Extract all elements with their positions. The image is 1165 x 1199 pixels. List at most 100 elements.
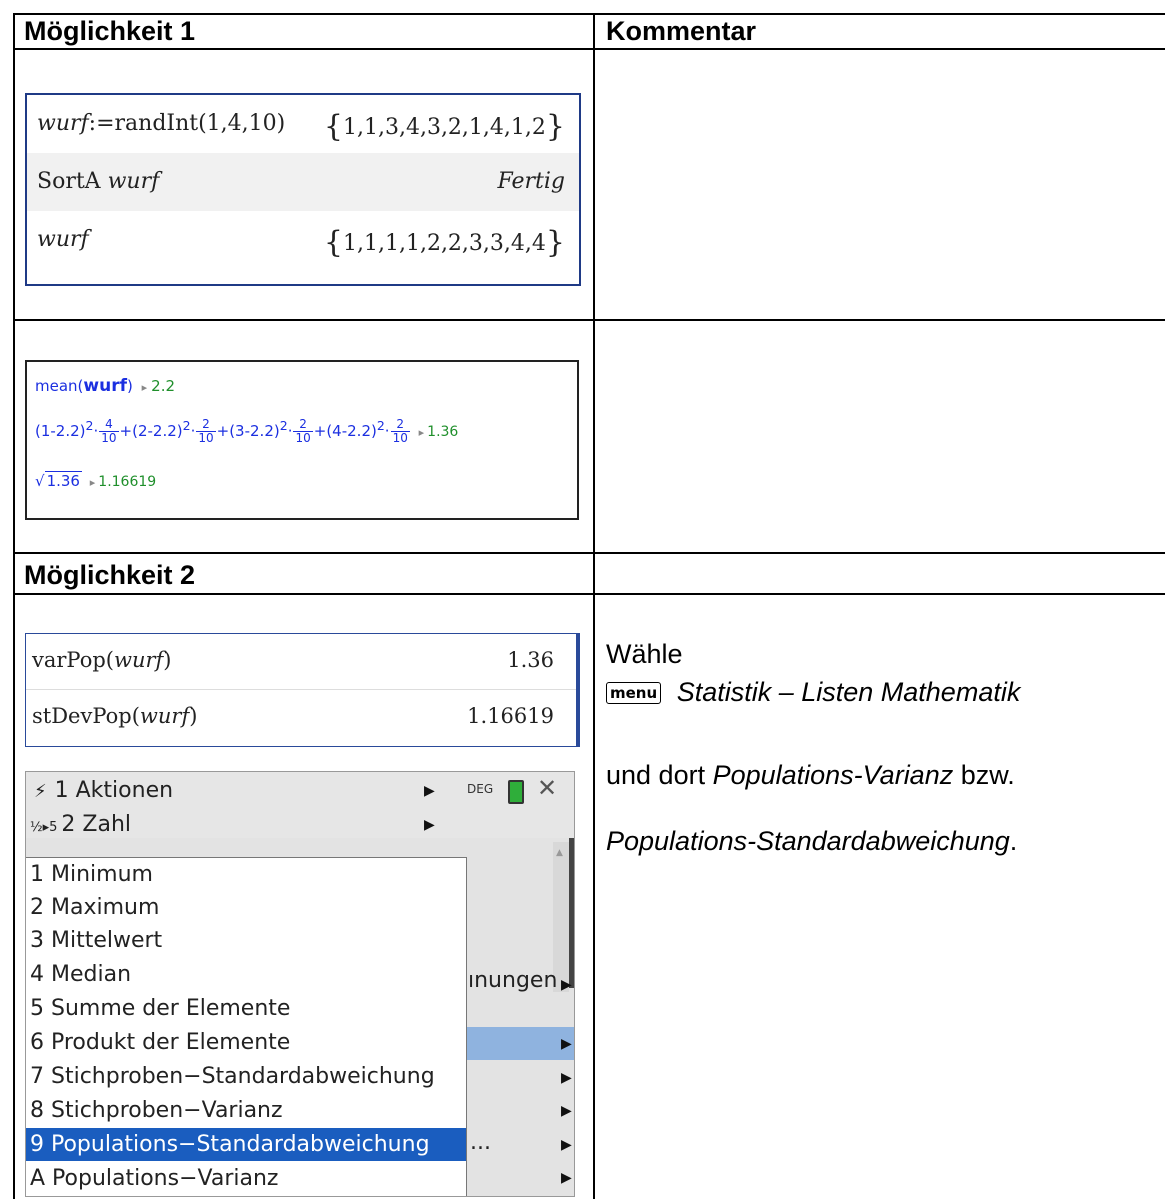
exponent: 2 — [279, 418, 288, 433]
paren-close: ) — [163, 648, 172, 672]
calc-line-variance: (1-2.2)2· 4 10 +(2-2.2)2· 2 10 +(3-2.2)2· 2 10 +(… — [35, 418, 458, 445]
lightning-icon: ⚡ — [34, 781, 47, 802]
submenu-item-maximum[interactable]: 2 Maximum — [30, 891, 159, 924]
highlighted-parent-item — [466, 1027, 574, 1060]
battery-icon — [508, 780, 524, 804]
term-2: +(2-2.2) — [119, 422, 183, 440]
menu-item-label: 2 Zahl — [61, 812, 132, 837]
calc-line-sqrt: √ 1.36 ▸ 1.16619 — [35, 471, 156, 490]
submenu-arrow-icon: ▶ — [561, 1170, 572, 1186]
mean-func: mean( — [35, 377, 84, 395]
menu-path-text: Statistik – Listen Mathematik — [676, 677, 1021, 707]
exponent: 2 — [182, 418, 191, 433]
submenu-arrow-icon: ▶ — [561, 977, 572, 993]
submenu-item-sample-variance[interactable]: 8 Stichproben−Varianz — [30, 1094, 283, 1127]
varpop-func: varPop( — [32, 648, 114, 672]
submenu-arrow-icon: ▶ — [424, 783, 435, 799]
panel-edge — [569, 838, 574, 988]
ellipsis: ... — [470, 1130, 491, 1155]
calculator-panel-sort: wurf:=randInt(1,4,10) {1,1,3,4,3,2,1,4,1… — [25, 93, 581, 286]
submenu-arrow-icon: ▶ — [561, 1036, 572, 1052]
mult-dot: · — [190, 422, 196, 440]
comment-line-stdev: Populations-Standardabweichung. — [606, 825, 1017, 857]
submenu-item-minimum[interactable]: 1 Minimum — [30, 858, 153, 891]
calculator-panel-variance: mean(wurf) ▸ 2.2 (1-2.2)2· 4 10 +(2-2.2)2· 2 1… — [25, 360, 579, 520]
calc-row-wurf: wurf {1,1,1,1,2,2,3,3,4,4} — [37, 225, 565, 260]
submenu-item-product[interactable]: 6 Produkt der Elemente — [30, 1026, 290, 1059]
var-wurf: wurf — [37, 227, 89, 252]
submenu-item-median[interactable]: 4 Median — [30, 958, 131, 991]
submenu-arrow-icon: ▶ — [561, 1137, 572, 1153]
calc-row-varpop: varPop(wurf) 1.36 — [26, 634, 576, 689]
comment-line-variance: und dort Populations-Varianz bzw. — [606, 759, 1015, 791]
calc-row-stdevpop: stDevPop(wurf) 1.16619 — [26, 690, 576, 745]
comment-text: und dort — [606, 760, 713, 790]
randint-expr: :=randInt(1,4,10) — [88, 111, 286, 136]
fraction-icon: ½▸5 — [30, 820, 58, 835]
randint-result: 1,1,3,4,3,2,1,4,1,2 — [342, 115, 546, 140]
table-rule-header — [13, 48, 1165, 50]
comment-italic: Populations-Standardabweichung — [606, 826, 1010, 856]
stdevpop-func: stDevPop( — [32, 704, 140, 728]
comment-italic: Populations-Varianz — [712, 760, 954, 790]
mult-dot: · — [287, 422, 293, 440]
calc-line-mean: mean(wurf) ▸ 2.2 — [35, 376, 175, 396]
menu-screenshot: ⚡ 1 Aktionen ▶ ½▸5 2 Zahl ▶ DEG ✕ ▲ ınunge… — [25, 771, 575, 1197]
mult-dot: · — [384, 422, 390, 440]
variance-result: 1.36 — [427, 424, 459, 440]
paren-close: ) — [189, 704, 198, 728]
menu-item-number[interactable]: ½▸5 2 Zahl — [30, 808, 131, 842]
term-4: +(4-2.2) — [313, 422, 377, 440]
submenu-item-sample-stdev[interactable]: 7 Stichproben−Standardabweichung — [30, 1060, 435, 1093]
var-wurf: wurf — [37, 111, 89, 136]
sorta-result: Fertig — [497, 169, 565, 194]
comment-text: bzw. — [953, 760, 1015, 790]
submenu-arrow-icon: ▶ — [561, 1103, 572, 1119]
sorted-result: 1,1,1,1,2,2,3,3,4,4 — [342, 231, 546, 256]
calc-row-randint: wurf:=randInt(1,4,10) {1,1,3,4,3,2,1,4,1… — [37, 109, 565, 144]
fraction-4: 2 10 — [390, 417, 410, 445]
result-arrow-icon: ▸ — [418, 426, 425, 439]
calc-row-sorta: SortA wurf Fertig — [27, 153, 579, 211]
sqrt-icon: √ — [35, 472, 45, 490]
result-arrow-icon: ▸ — [89, 476, 96, 489]
sqrt-arg: 1.36 — [44, 471, 82, 490]
comment-menu-path: menu Statistik – Listen Mathematik — [606, 676, 1020, 708]
result-arrow-icon: ▸ — [141, 381, 148, 394]
table-divider — [593, 13, 595, 1199]
header-option-2: Möglichkeit 2 — [24, 560, 196, 590]
fraction-1: 4 10 — [99, 417, 119, 445]
menu-key-icon: menu — [606, 682, 662, 704]
exponent: 2 — [376, 418, 385, 433]
mult-dot: · — [93, 422, 99, 440]
comment-text: . — [1009, 826, 1018, 856]
submenu-item-pop-stdev[interactable]: 9 Populations−Standardabweichung — [26, 1128, 466, 1161]
calculator-panel-pop: varPop(wurf) 1.36 stDevPop(wurf) 1.16619 — [25, 633, 580, 747]
fraction-3: 2 10 — [293, 417, 313, 445]
mean-arg: wurf — [83, 376, 127, 396]
menu-item-label: 1 Aktionen — [54, 778, 174, 803]
header-option-1: Möglichkeit 1 — [24, 16, 196, 46]
comment-choose: Wähle — [606, 639, 683, 669]
var-wurf: wurf — [113, 648, 164, 672]
var-wurf: wurf — [107, 169, 160, 194]
partial-menu-label: ınungen — [468, 968, 558, 993]
mean-close: ) — [127, 377, 133, 395]
varpop-result: 1.36 — [507, 648, 554, 672]
sorta-cmd: SortA — [37, 169, 108, 194]
statistics-submenu: 1 Minimum 2 Maximum 3 Mittelwert 4 Media… — [26, 857, 467, 1196]
submenu-item-pop-variance[interactable]: A Populations−Varianz — [30, 1162, 278, 1195]
mean-result: 2.2 — [151, 377, 176, 395]
angle-mode-badge: DEG — [467, 782, 494, 796]
submenu-item-sum[interactable]: 5 Summe der Elemente — [30, 992, 290, 1025]
table-rule-row2 — [13, 552, 1165, 554]
term-1: (1-2.2) — [35, 422, 86, 440]
close-icon[interactable]: ✕ — [537, 774, 557, 802]
var-wurf: wurf — [139, 704, 190, 728]
table-rule-section2 — [13, 593, 1165, 595]
menu-item-actions[interactable]: ⚡ 1 Aktionen — [34, 774, 173, 808]
stdevpop-result: 1.16619 — [467, 704, 554, 728]
submenu-arrow-icon: ▶ — [424, 817, 435, 833]
table-border-left — [13, 13, 15, 1199]
submenu-item-mean[interactable]: 3 Mittelwert — [30, 924, 162, 957]
